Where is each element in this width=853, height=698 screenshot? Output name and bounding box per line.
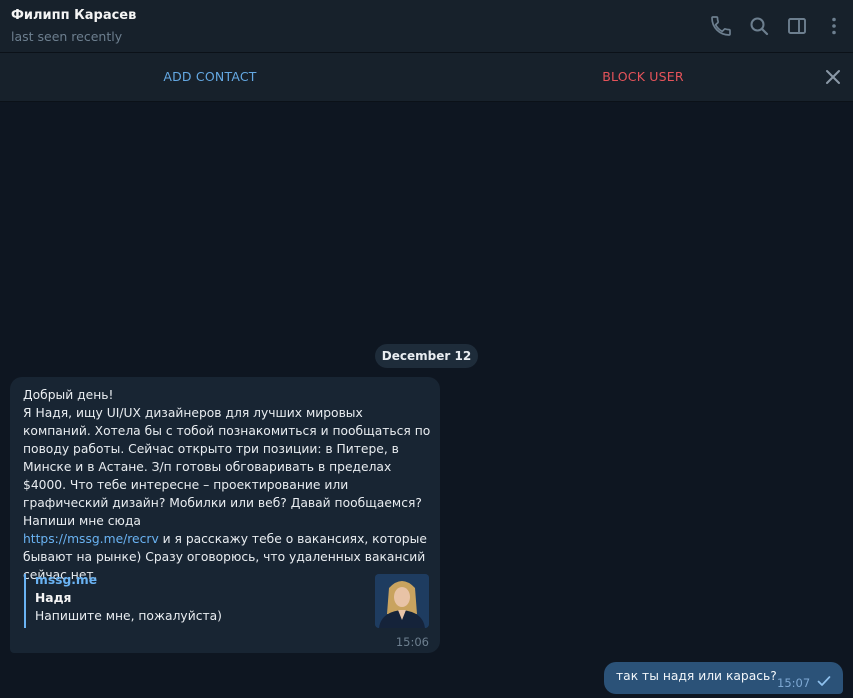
message-time: 15:07 (777, 676, 811, 690)
chat-status: last seen recently (11, 29, 123, 44)
chat-title[interactable]: Филипп Карасев (11, 8, 136, 23)
outgoing-message[interactable]: так ты надя или карась? 15:07 (604, 662, 843, 694)
date-separator: December 12 (375, 344, 478, 368)
link-preview-thumbnail[interactable] (375, 574, 429, 628)
search-icon[interactable] (747, 14, 771, 38)
link-preview[interactable]: mssg.me Надя Напишите мне, пожалуйста) (24, 573, 438, 628)
more-vertical-icon[interactable] (822, 14, 846, 38)
phone-icon[interactable] (709, 14, 733, 38)
add-contact-button[interactable]: ADD CONTACT (0, 53, 420, 101)
message-text: Добрый день! Я Надя, ищу UI/UX дизайнеро… (23, 386, 433, 584)
incoming-message[interactable]: Добрый день! Я Надя, ищу UI/UX дизайнеро… (10, 377, 440, 653)
message-text-part: Добрый день! Я Надя, ищу UI/UX дизайнеро… (23, 388, 431, 528)
message-text: так ты надя или карась? (616, 669, 777, 683)
message-link[interactable]: https://mssg.me/recrv (23, 532, 159, 546)
message-time: 15:06 (395, 635, 429, 649)
link-preview-site: mssg.me (35, 573, 98, 587)
check-icon (817, 675, 831, 687)
close-icon[interactable] (822, 66, 844, 88)
link-preview-description: Напишите мне, пожалуйста) (35, 609, 222, 623)
chat-header: Филипп Карасев last seen recently (0, 0, 853, 53)
block-user-button[interactable]: BLOCK USER (433, 53, 853, 101)
link-preview-title: Надя (35, 591, 72, 605)
sidebar-toggle-icon[interactable] (785, 14, 809, 38)
contact-action-bar: ADD CONTACT BLOCK USER (0, 53, 853, 102)
